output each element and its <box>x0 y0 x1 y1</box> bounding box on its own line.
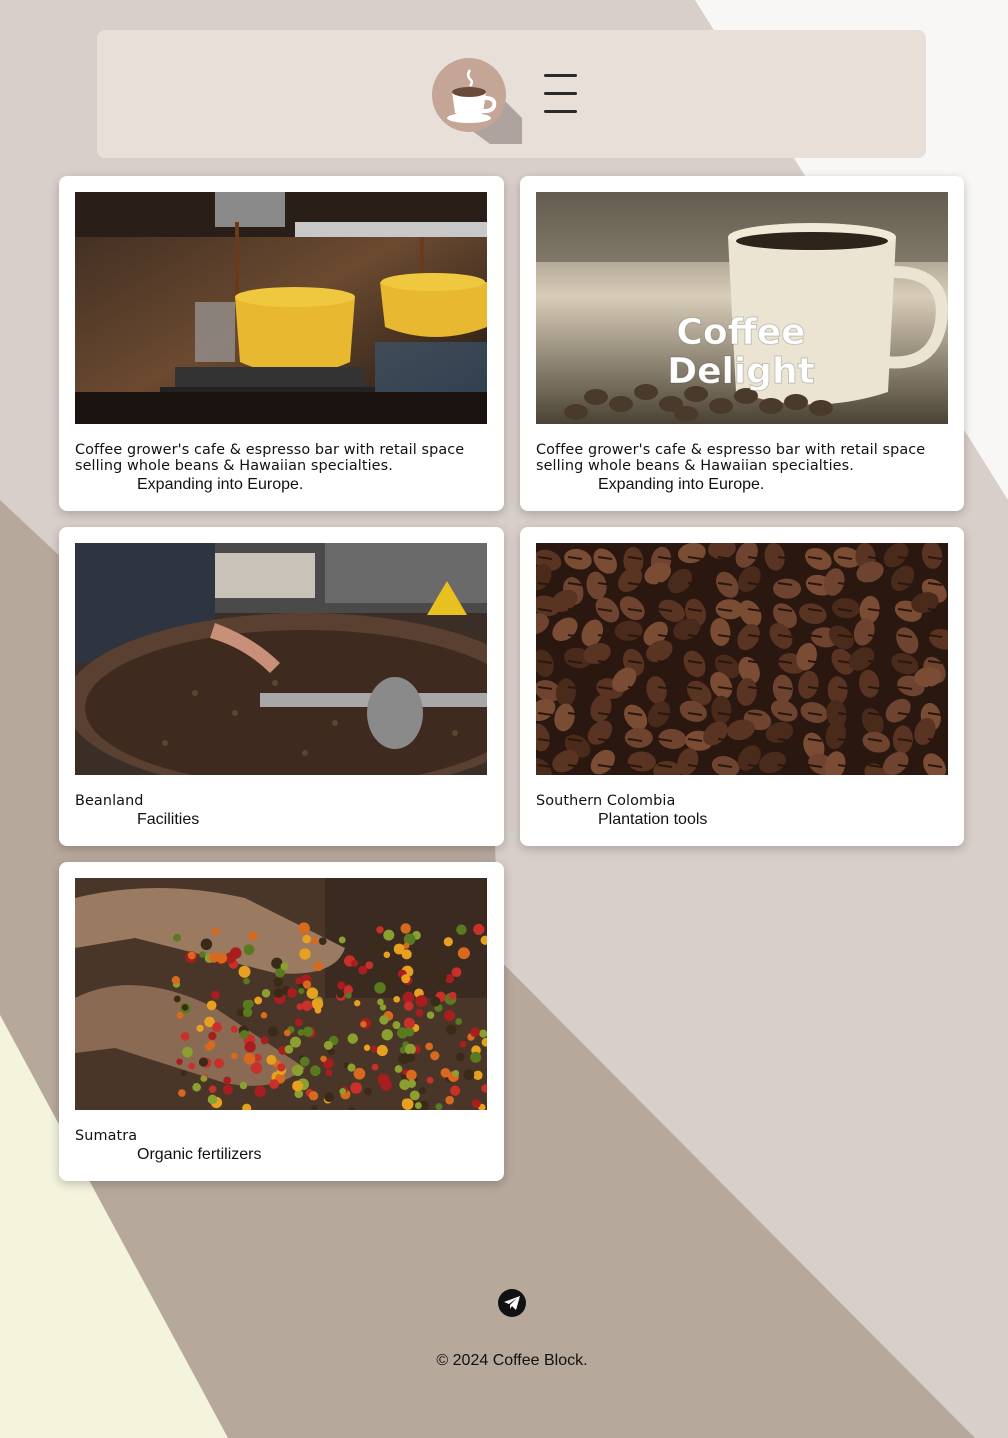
overlay-line2: Delight <box>667 351 815 392</box>
hamburger-menu-icon[interactable] <box>544 73 578 115</box>
card-title: Beanland <box>75 793 144 809</box>
telegram-icon[interactable] <box>498 1289 526 1317</box>
coffee-roaster-photo <box>75 543 487 775</box>
card-title: Southern Colombia <box>536 793 676 809</box>
overlay-line1: Coffee <box>676 312 805 353</box>
card-title: Sumatra <box>75 1128 138 1144</box>
roasted-beans-photo <box>536 543 948 775</box>
card-subtitle: Organic fertilizers <box>137 1146 262 1163</box>
card-subtitle: Plantation tools <box>598 811 708 828</box>
coffee-cup-logo-icon[interactable] <box>432 58 522 146</box>
card-coffee-delight[interactable]: Coffee Delight Coffee grower's cafe & es… <box>520 176 964 511</box>
espresso-pour-photo <box>75 192 487 424</box>
card-subtitle: Facilities <box>137 811 200 828</box>
coffee-cup-beans-photo: Coffee Delight <box>536 192 948 424</box>
card-beanland[interactable]: Beanland Facilities <box>59 527 504 846</box>
card-sumatra[interactable]: Sumatra Organic fertilizers <box>59 862 504 1181</box>
copyright-text: © 2024 Coffee Block. <box>436 1352 588 1369</box>
card-title: Coffee grower's cafe & espresso bar with… <box>536 442 926 474</box>
card-espresso-bar[interactable]: Coffee grower's cafe & espresso bar with… <box>59 176 504 511</box>
card-subtitle: Expanding into Europe. <box>598 476 765 493</box>
card-southern-colombia[interactable]: Southern Colombia Plantation tools <box>520 527 964 846</box>
card-subtitle: Expanding into Europe. <box>137 476 304 493</box>
coffee-cherries-hands-photo <box>75 878 487 1110</box>
card-title: Coffee grower's cafe & espresso bar with… <box>75 442 465 474</box>
